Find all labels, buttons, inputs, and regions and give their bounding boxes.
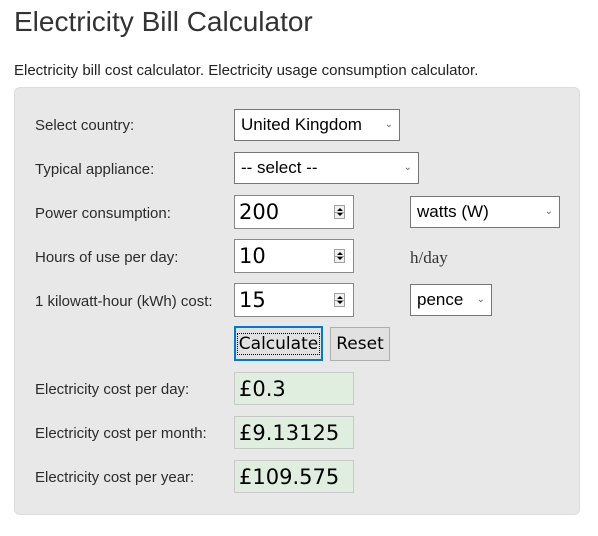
calculator-panel: Select country: United Kingdom ⌄ Typical… [14,87,580,515]
result-label-day: Electricity cost per day: [35,381,190,398]
result-year: £109.575 [234,460,354,493]
hours-unit: h/day [410,248,448,267]
result-day: £0.3 [234,372,354,405]
country-select[interactable]: United Kingdom ⌄ [234,109,400,141]
hours-input[interactable]: 10 [234,239,354,273]
power-label: Power consumption: [35,205,171,222]
power-input[interactable]: 200 [234,195,354,229]
currency-unit-value: pence [417,290,464,309]
hours-value: 10 [239,244,266,268]
appliance-select[interactable]: -- select -- ⌄ [234,152,419,184]
chevron-down-icon: ⌄ [384,118,393,130]
power-unit-value: watts (W) [417,202,489,221]
kwh-cost-input[interactable]: 15 [234,283,354,317]
calculate-button-label: Calculate [236,332,321,355]
calculate-button[interactable]: Calculate [234,326,323,361]
result-label-year: Electricity cost per year: [35,469,195,486]
spinner-icon[interactable] [334,205,345,219]
result-label-month: Electricity cost per month: [35,425,207,442]
power-value: 200 [239,200,280,224]
country-label: Select country: [35,117,135,134]
reset-button-label: Reset [336,334,384,354]
spinner-icon[interactable] [334,249,345,263]
chevron-down-icon: ⌄ [476,293,485,305]
power-unit-select[interactable]: watts (W) ⌄ [410,196,560,228]
appliance-value: -- select -- [241,158,318,177]
hours-label: Hours of use per day: [35,249,179,266]
page-subtitle: Electricity bill cost calculator. Electr… [14,62,479,79]
chevron-down-icon: ⌄ [544,205,553,217]
kwh-cost-value: 15 [239,288,266,312]
page-title: Electricity Bill Calculator [14,6,313,37]
spinner-icon[interactable] [334,293,345,307]
currency-unit-select[interactable]: pence ⌄ [410,284,492,316]
chevron-down-icon: ⌄ [403,161,412,173]
country-value: United Kingdom [241,115,362,134]
result-month: £9.13125 [234,416,354,449]
kwh-cost-label: 1 kilowatt-hour (kWh) cost: [35,293,213,310]
reset-button[interactable]: Reset [330,327,390,361]
appliance-label: Typical appliance: [35,161,155,178]
